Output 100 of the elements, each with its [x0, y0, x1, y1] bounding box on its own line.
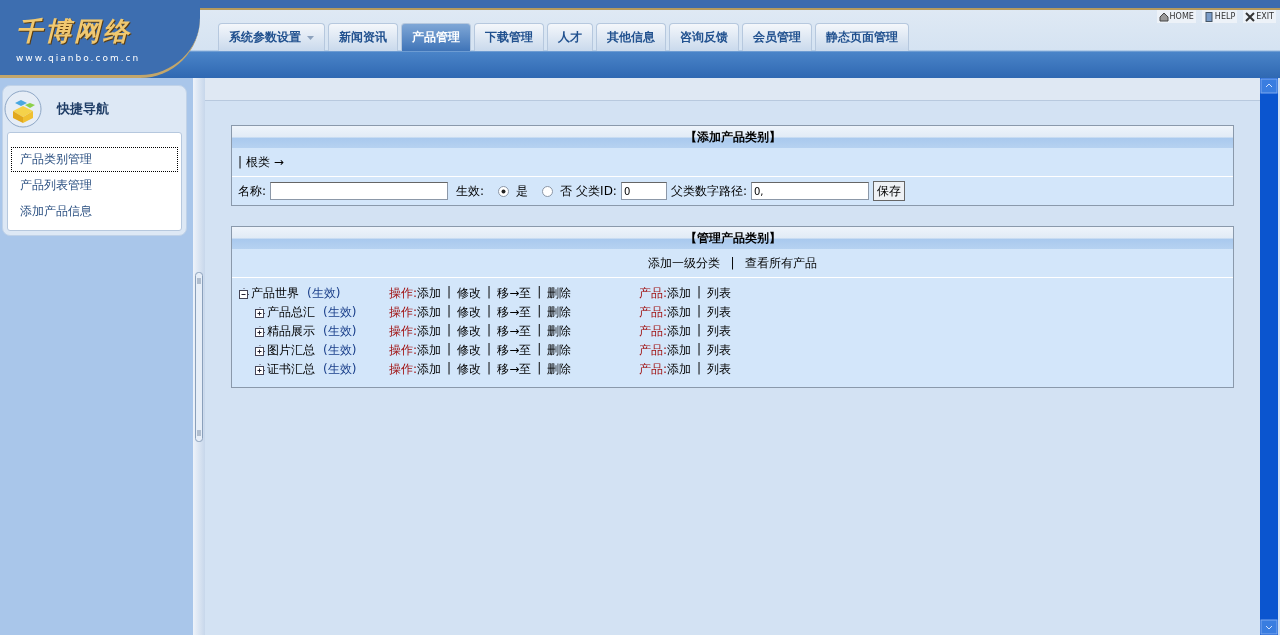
- expand-icon[interactable]: [254, 344, 266, 357]
- category-name[interactable]: 产品总汇: [267, 304, 323, 321]
- status-label: (生效): [323, 323, 358, 340]
- action-link[interactable]: 列表: [707, 323, 732, 340]
- field-label: 名称:: [238, 182, 267, 200]
- link-separator: |: [697, 342, 702, 358]
- link-separator: |: [537, 323, 542, 339]
- action-link[interactable]: 删除: [547, 285, 572, 302]
- status-label: (生效): [307, 285, 342, 302]
- link-separator: |: [697, 304, 702, 320]
- panel-title: 【管理产品类别】: [684, 229, 781, 247]
- action-link[interactable]: 列表: [707, 285, 732, 302]
- link-separator: |: [730, 256, 735, 270]
- action-link[interactable]: 添加: [667, 285, 692, 302]
- field-label: 操作:: [389, 304, 418, 321]
- action-link[interactable]: 列表: [707, 361, 732, 378]
- action-link[interactable]: 移→至: [497, 285, 532, 302]
- link-separator: |: [537, 285, 542, 301]
- expand-icon[interactable]: [254, 363, 266, 376]
- category-name[interactable]: 图片汇总: [267, 342, 323, 359]
- sidebar-item[interactable]: 产品列表管理: [11, 173, 178, 198]
- action-link[interactable]: 删除: [547, 361, 572, 378]
- action-link[interactable]: 删除: [547, 342, 572, 359]
- link-separator: |: [487, 285, 492, 301]
- top-link[interactable]: HELP: [1201, 10, 1238, 23]
- action-link[interactable]: 移→至: [497, 361, 532, 378]
- action-link[interactable]: 添加: [417, 361, 442, 378]
- action-link[interactable]: 删除: [547, 304, 572, 321]
- expand-icon[interactable]: [254, 325, 266, 338]
- logo-title: 千博网络: [16, 15, 132, 48]
- nav-tab[interactable]: 静态页面管理: [815, 23, 909, 51]
- nav-tab[interactable]: 系统参数设置: [218, 23, 325, 51]
- path-field[interactable]: 0,: [750, 182, 869, 200]
- radio-button[interactable]: [498, 185, 510, 197]
- action-link[interactable]: 移→至: [497, 342, 532, 359]
- link-separator: |: [537, 304, 542, 320]
- link-separator: |: [487, 304, 492, 320]
- link-separator: |: [447, 342, 452, 358]
- nav-tab[interactable]: 会员管理: [742, 23, 812, 51]
- field-label: 操作:: [389, 361, 418, 378]
- action-link[interactable]: 添加: [417, 342, 442, 359]
- action-link[interactable]: 移→至: [497, 323, 532, 340]
- field-label: 产品:: [639, 342, 668, 359]
- status-label: (生效): [323, 342, 358, 359]
- nav-tab[interactable]: 咨询反馈: [669, 23, 739, 51]
- link-separator: |: [537, 342, 542, 358]
- nav-tab[interactable]: 新闻资讯: [328, 23, 398, 51]
- link-separator: |: [447, 323, 452, 339]
- nav-tab[interactable]: 其他信息: [596, 23, 666, 51]
- field-label: 生效:: [456, 182, 485, 200]
- category-name[interactable]: 产品世界: [251, 285, 307, 302]
- radio-label: 是: [516, 182, 529, 200]
- action-link[interactable]: 添加: [417, 323, 442, 340]
- action-link[interactable]: 删除: [547, 323, 572, 340]
- radio-button[interactable]: [542, 185, 554, 197]
- action-link[interactable]: 添加: [667, 323, 692, 340]
- top-link[interactable]: EXIT: [1243, 10, 1276, 23]
- action-link[interactable]: 添加: [417, 304, 442, 321]
- parent-id-field[interactable]: 0: [620, 182, 667, 200]
- sidebar-title: 快捷导航: [57, 100, 109, 118]
- field-label: 产品:: [639, 304, 668, 321]
- action-link[interactable]: 列表: [707, 304, 732, 321]
- text-link[interactable]: 查看所有产品: [744, 254, 817, 272]
- save-button[interactable]: 保存: [872, 181, 905, 201]
- action-link[interactable]: 添加: [667, 361, 692, 378]
- text-link[interactable]: 添加一级分类: [648, 254, 721, 272]
- field-label: 父类ID:: [576, 182, 617, 200]
- link-separator: |: [487, 361, 492, 377]
- nav-tab[interactable]: 下载管理: [474, 23, 544, 51]
- house-icon[interactable]: [1158, 11, 1169, 22]
- radio-label: 否: [560, 182, 573, 200]
- action-link[interactable]: 添加: [667, 304, 692, 321]
- action-link[interactable]: 添加: [417, 285, 442, 302]
- action-link[interactable]: 修改: [457, 304, 482, 321]
- expand-icon[interactable]: [254, 306, 266, 319]
- link-separator: |: [447, 285, 452, 301]
- sidebar-item[interactable]: 添加产品信息: [11, 199, 178, 224]
- field-label: 操作:: [389, 323, 418, 340]
- link-separator: |: [487, 342, 492, 358]
- name-field[interactable]: [270, 182, 449, 200]
- close-icon[interactable]: [1245, 11, 1256, 22]
- action-link[interactable]: 列表: [707, 342, 732, 359]
- field-label: 操作:: [389, 342, 418, 359]
- top-link[interactable]: HOME: [1156, 10, 1196, 23]
- action-link[interactable]: 修改: [457, 323, 482, 340]
- action-link[interactable]: 移→至: [497, 304, 532, 321]
- status-label: (生效): [323, 361, 358, 378]
- action-link[interactable]: 修改: [457, 342, 482, 359]
- grip-icon[interactable]: [195, 271, 203, 442]
- action-link[interactable]: 修改: [457, 285, 482, 302]
- category-name[interactable]: 精品展示: [267, 323, 323, 340]
- sidebar-item[interactable]: 产品类别管理: [11, 147, 178, 172]
- breadcrumb: | 根类 →: [238, 153, 284, 171]
- help-icon[interactable]: [1203, 11, 1214, 22]
- nav-tab[interactable]: 人才: [547, 23, 593, 51]
- action-link[interactable]: 添加: [667, 342, 692, 359]
- link-separator: |: [537, 361, 542, 377]
- category-name[interactable]: 证书汇总: [267, 361, 323, 378]
- collapse-icon[interactable]: [238, 287, 250, 300]
- action-link[interactable]: 修改: [457, 361, 482, 378]
